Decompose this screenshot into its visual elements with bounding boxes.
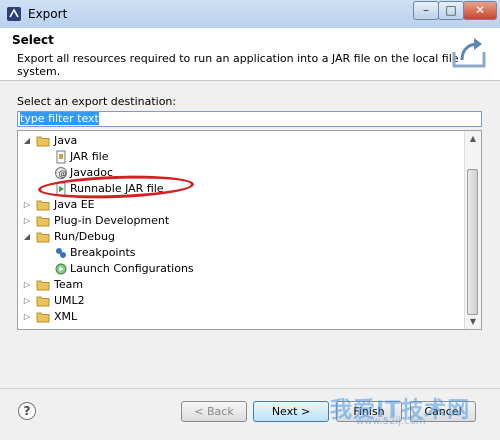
tree-item-label: Java EE bbox=[54, 198, 95, 211]
tree-item-label: JAR file bbox=[70, 150, 109, 163]
title-bar: Export – □ ✕ bbox=[0, 0, 500, 29]
tree-item-label: Launch Configurations bbox=[70, 262, 194, 275]
page-description: Export all resources required to run an … bbox=[17, 52, 459, 78]
folder-icon bbox=[36, 200, 50, 211]
eclipse-app-icon bbox=[7, 7, 21, 21]
launch-config-icon bbox=[55, 263, 67, 275]
destination-label: Select an export destination: bbox=[17, 95, 177, 108]
watermark-url: www.52ij.com bbox=[356, 416, 426, 427]
close-button[interactable]: ✕ bbox=[463, 1, 497, 20]
help-button[interactable]: ? bbox=[18, 402, 36, 420]
expanded-arrow-icon[interactable]: ◢ bbox=[22, 133, 32, 149]
svg-text:@: @ bbox=[59, 169, 67, 178]
export-icon bbox=[452, 38, 486, 68]
back-button[interactable]: < Back bbox=[181, 401, 247, 422]
tree-scrollbar[interactable]: ▲ ▼ bbox=[464, 131, 481, 329]
tree-item-label: Team bbox=[54, 278, 84, 291]
window-title: Export bbox=[28, 7, 68, 21]
folder-icon bbox=[36, 312, 50, 323]
page-title: Select bbox=[12, 33, 54, 47]
minimize-button[interactable]: – bbox=[413, 1, 439, 20]
breakpoints-icon bbox=[56, 248, 66, 258]
wizard-header: Select Export all resources required to … bbox=[0, 28, 500, 81]
jar-icon bbox=[56, 150, 66, 164]
folder-icon bbox=[36, 280, 50, 291]
filter-input[interactable]: type filter text bbox=[17, 111, 482, 127]
scroll-down-icon[interactable]: ▼ bbox=[468, 317, 478, 327]
footer-divider bbox=[0, 388, 500, 389]
filter-text: type filter text bbox=[20, 112, 99, 125]
collapsed-arrow-icon[interactable]: ▷ bbox=[22, 277, 32, 293]
tree-item-label: UML2 bbox=[54, 294, 85, 307]
scroll-up-icon[interactable]: ▲ bbox=[468, 134, 478, 144]
expanded-arrow-icon[interactable]: ◢ bbox=[22, 229, 32, 245]
tree-item-label: Run/Debug bbox=[54, 230, 115, 243]
collapsed-arrow-icon[interactable]: ▷ bbox=[22, 293, 32, 309]
tree-item-label: XML bbox=[54, 310, 78, 323]
collapsed-arrow-icon[interactable]: ▷ bbox=[22, 213, 32, 229]
folder-icon bbox=[36, 232, 50, 243]
collapsed-arrow-icon[interactable]: ▷ bbox=[22, 197, 32, 213]
folder-icon bbox=[36, 296, 50, 307]
collapsed-arrow-icon[interactable]: ▷ bbox=[22, 309, 32, 325]
folder-icon bbox=[36, 216, 50, 227]
folder-icon bbox=[36, 136, 50, 147]
destination-tree[interactable]: ◢ Java JAR file @ Javadoc Runnable JAR f… bbox=[17, 130, 482, 330]
scroll-thumb[interactable] bbox=[467, 169, 478, 315]
next-button[interactable]: Next > bbox=[253, 401, 329, 422]
maximize-button[interactable]: □ bbox=[438, 1, 464, 20]
tree-item-label: Plug-in Development bbox=[54, 214, 170, 227]
javadoc-icon: @ bbox=[55, 167, 67, 179]
tree-item-label: Breakpoints bbox=[70, 246, 136, 259]
tree-item-label: Java bbox=[54, 134, 78, 147]
